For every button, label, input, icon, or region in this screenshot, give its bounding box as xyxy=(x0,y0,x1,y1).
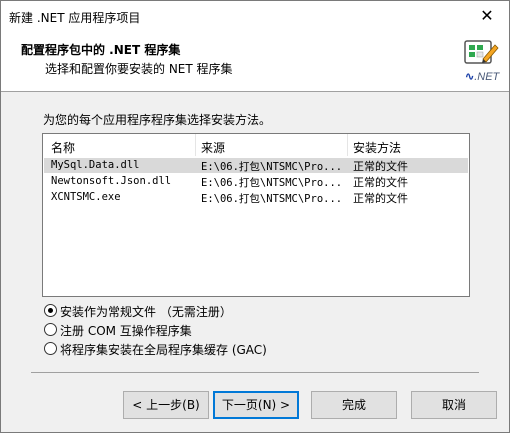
list-item[interactable]: XCNTSMC.exe E:\06.打包\NTSMC\Pro... 正常的文件 xyxy=(44,190,468,205)
cell-name: XCNTSMC.exe xyxy=(51,191,121,203)
cell-source: E:\06.打包\NTSMC\Pro... xyxy=(201,177,343,189)
column-separator[interactable] xyxy=(347,134,348,156)
divider xyxy=(31,372,479,373)
column-header-source[interactable]: 来源 xyxy=(201,139,225,156)
radio-button[interactable] xyxy=(44,323,57,336)
cancel-button[interactable]: 取消 xyxy=(411,391,497,419)
radio-button-selected[interactable] xyxy=(44,304,57,317)
cell-name: Newtonsoft.Json.dll xyxy=(51,175,172,187)
title-bar: 新建 .NET 应用程序项目 ✕ xyxy=(1,1,509,33)
cell-method: 正常的文件 xyxy=(353,160,408,173)
cell-source: E:\06.打包\NTSMC\Pro... xyxy=(201,193,343,205)
page-title: 配置程序包中的 .NET 程序集 xyxy=(21,43,181,57)
cell-method: 正常的文件 xyxy=(353,192,408,205)
radio-label[interactable]: 注册 COM 互操作程序集 xyxy=(60,322,192,339)
column-header-name[interactable]: 名称 xyxy=(51,139,75,156)
assembly-listview[interactable]: 名称 来源 安装方法 MySql.Data.dll E:\06.打包\NTSMC… xyxy=(42,133,470,297)
cell-source: E:\06.打包\NTSMC\Pro... xyxy=(201,161,343,173)
wizard-header: 配置程序包中的 .NET 程序集 选择和配置你要安装的 NET 程序集 ∿.NE… xyxy=(1,33,509,92)
close-icon[interactable]: ✕ xyxy=(465,1,509,33)
column-header-method[interactable]: 安装方法 xyxy=(353,139,401,156)
radio-label[interactable]: 安装作为常规文件 （无需注册） xyxy=(60,303,232,320)
dialog-window: 新建 .NET 应用程序项目 ✕ 配置程序包中的 .NET 程序集 选择和配置你… xyxy=(0,0,510,433)
list-item[interactable]: MySql.Data.dll E:\06.打包\NTSMC\Pro... 正常的… xyxy=(44,158,468,173)
list-item[interactable]: Newtonsoft.Json.dll E:\06.打包\NTSMC\Pro..… xyxy=(44,174,468,189)
radio-label[interactable]: 将程序集安装在全局程序集缓存 (GAC) xyxy=(60,341,267,358)
radio-button[interactable] xyxy=(44,342,57,355)
instruction-text: 为您的每个应用程序程序集选择安装方法。 xyxy=(43,113,272,127)
back-button[interactable]: < 上一步(B) xyxy=(123,391,209,419)
finish-button[interactable]: 完成 xyxy=(311,391,397,419)
column-separator[interactable] xyxy=(195,134,196,156)
listview-header: 名称 来源 安装方法 xyxy=(43,134,469,156)
cell-name: MySql.Data.dll xyxy=(51,159,140,171)
next-button[interactable]: 下一页(N) > xyxy=(213,391,299,419)
window-title: 新建 .NET 应用程序项目 xyxy=(9,11,141,25)
cell-method: 正常的文件 xyxy=(353,176,408,189)
dotnet-logo-text: ∿.NET xyxy=(465,71,500,83)
page-subtitle: 选择和配置你要安装的 NET 程序集 xyxy=(45,62,233,76)
